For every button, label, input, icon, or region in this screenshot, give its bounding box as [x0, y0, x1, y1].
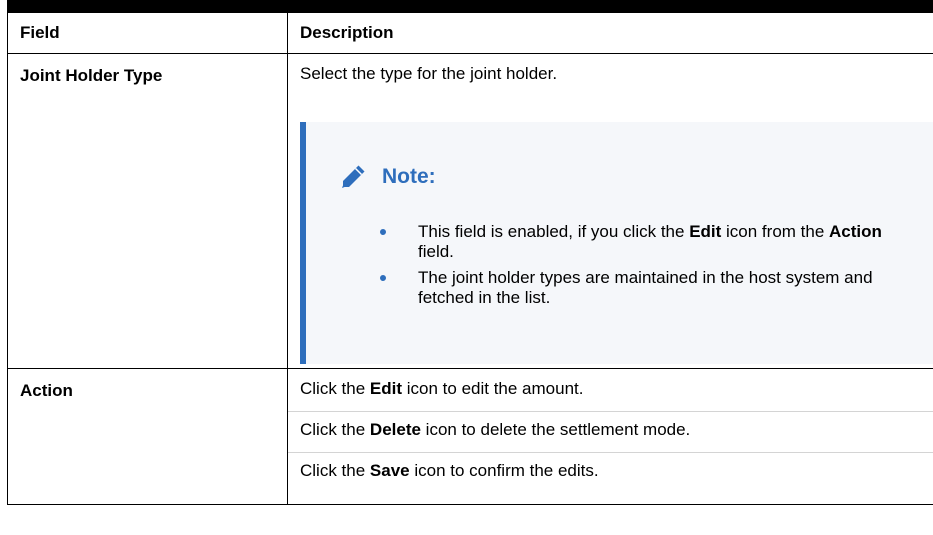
- description-text: Select the type for the joint holder.: [300, 64, 558, 83]
- list-item: This field is enabled, if you click the …: [306, 222, 906, 262]
- table-row: Action Click the Edit icon to edit the a…: [7, 368, 933, 505]
- description-cell: Click the Edit icon to edit the amount. …: [287, 368, 933, 505]
- note-text: The joint holder types are maintained in…: [418, 268, 873, 307]
- note-box: Note: This field is enabled, if you clic…: [300, 122, 933, 364]
- note-text: icon from the: [721, 222, 830, 241]
- note-text: This field is enabled, if you click the: [418, 222, 690, 241]
- note-bold-edit: Edit: [689, 222, 722, 241]
- list-item: The joint holder types are maintained in…: [306, 268, 906, 308]
- note-title: Note:: [382, 165, 436, 188]
- description-cell: Select the type for the joint holder. No…: [287, 53, 933, 369]
- description-line: Click the Save icon to confirm the edits…: [288, 452, 933, 481]
- top-rule: [7, 0, 933, 13]
- field-name-action: Action: [7, 368, 288, 505]
- bullet-icon: [380, 275, 386, 281]
- header-description: Description: [287, 13, 933, 54]
- header-field: Field: [7, 13, 288, 54]
- pencil-icon: [338, 162, 368, 192]
- note-text: field.: [418, 242, 454, 261]
- field-description-table: Field Description Joint Holder Type Sele…: [7, 13, 933, 505]
- description-line: Click the Edit icon to edit the amount.: [300, 379, 584, 398]
- field-name-joint-holder-type: Joint Holder Type: [7, 53, 288, 369]
- description-line: Click the Delete icon to delete the sett…: [288, 411, 933, 440]
- bullet-icon: [380, 229, 386, 235]
- note-list: This field is enabled, if you click the …: [306, 222, 906, 314]
- table-header-row: Field Description: [7, 13, 933, 54]
- table-row: Joint Holder Type Select the type for th…: [7, 53, 933, 369]
- note-bold-action: Action: [829, 222, 882, 241]
- note-header: Note:: [338, 162, 436, 192]
